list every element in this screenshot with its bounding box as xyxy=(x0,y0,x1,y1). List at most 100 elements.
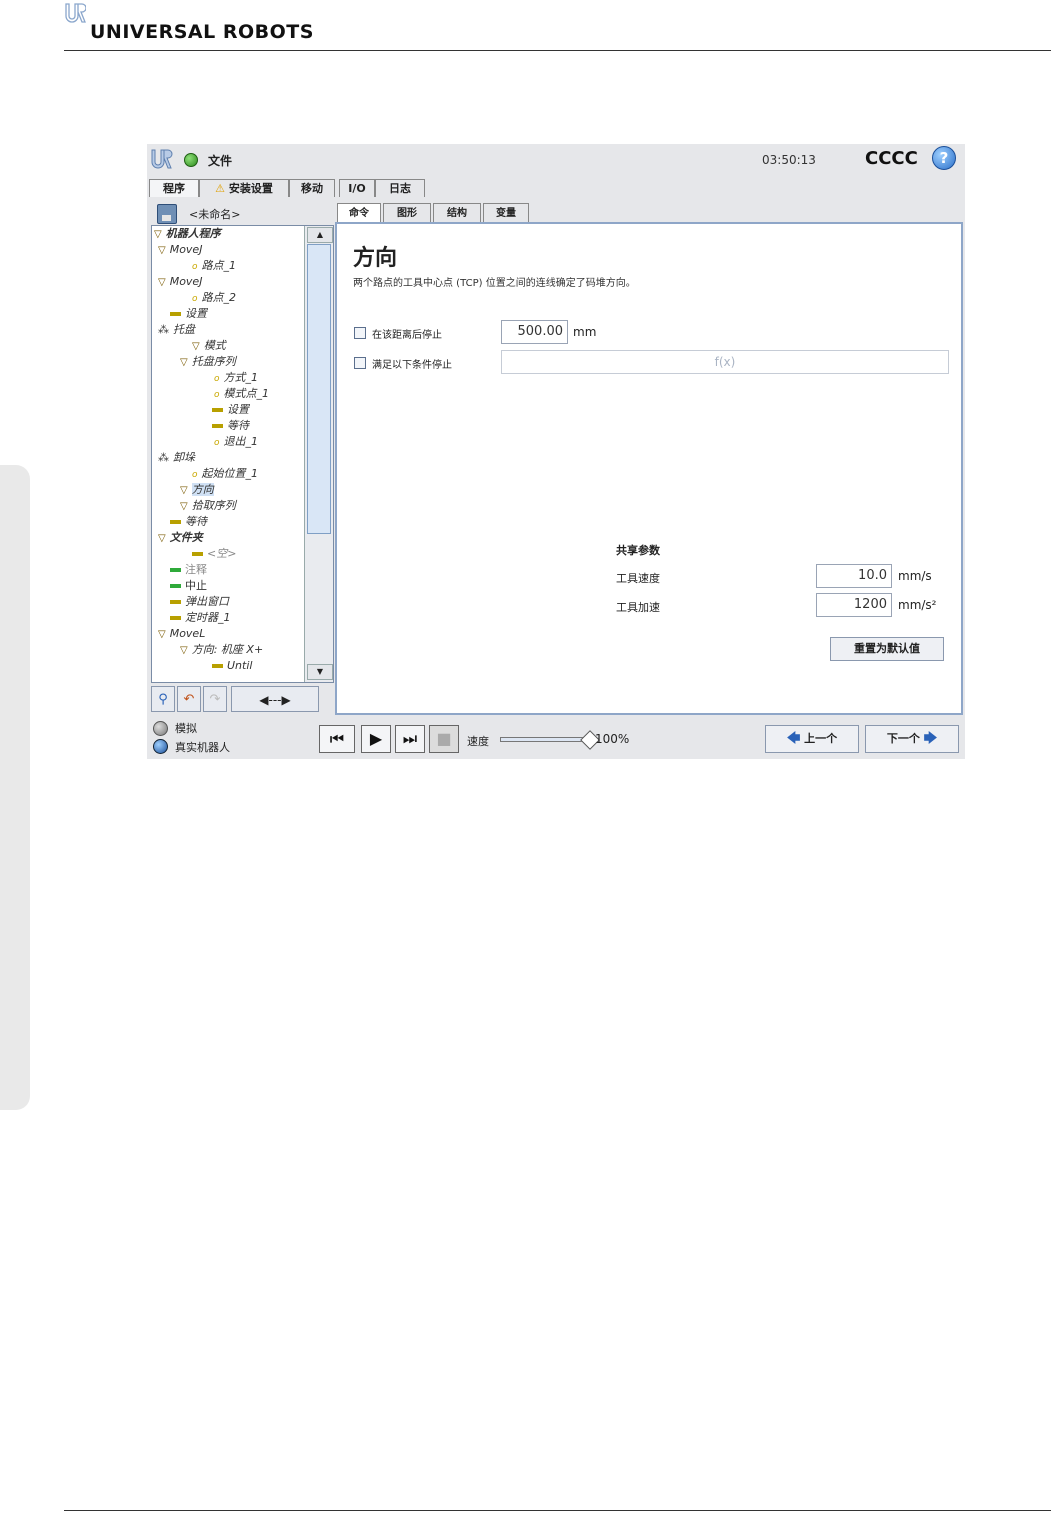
next-button-label: 下一个 xyxy=(886,732,920,745)
tab-installation-label: 安装设置 xyxy=(228,182,273,195)
tab-log[interactable]: 日志 xyxy=(375,179,425,197)
tab-move[interactable]: 移动 xyxy=(289,179,335,197)
reset-defaults-button[interactable]: 重置为默认值 xyxy=(830,637,944,661)
top-bar: 文件 03:50:13 CCCC ? xyxy=(147,144,965,176)
tree-item[interactable]: 注释 xyxy=(170,562,207,578)
waypoint-icon: o xyxy=(192,470,198,480)
tool-speed-unit: mm/s xyxy=(898,569,932,583)
distance-field[interactable]: 500.00 xyxy=(501,320,568,344)
real-robot-icon[interactable] xyxy=(153,739,168,754)
speed-slider-fill xyxy=(501,738,589,741)
warning-icon: ⚠ xyxy=(215,182,226,195)
tree-item[interactable]: o 退出_1 xyxy=(214,434,258,450)
waypoint-icon: o xyxy=(192,262,198,272)
tree-item[interactable]: ▽ MoveJ xyxy=(158,242,202,258)
status-indicator-icon xyxy=(184,153,198,167)
mode-real-label[interactable]: 真实机器人 xyxy=(175,739,230,755)
triangle-icon: ▽ xyxy=(180,485,188,496)
tree-item[interactable]: ▽ 托盘序列 xyxy=(180,354,236,370)
tree-scrollbar[interactable]: ▲ ▼ xyxy=(304,226,333,682)
set-icon xyxy=(212,408,223,412)
tree-toolbar: ⚲ ↶ ↷ ◀---▶ xyxy=(151,686,335,714)
tree-item[interactable]: ▽ 机器人程序 xyxy=(154,226,221,242)
triangle-icon: ▽ xyxy=(180,357,188,368)
tab-program[interactable]: 程序 xyxy=(149,179,199,197)
next-button[interactable]: 下一个 🡆 xyxy=(865,725,959,753)
polyscope-window: 文件 03:50:13 CCCC ? 程序 ⚠ 安装设置 移动 I/O 日志 <… xyxy=(147,144,965,759)
tab-variables[interactable]: 变量 xyxy=(483,203,529,222)
triangle-icon: ▽ xyxy=(158,629,166,640)
empty-icon xyxy=(192,552,203,556)
simulation-icon[interactable] xyxy=(153,721,168,736)
rewind-icon[interactable]: ⏮ xyxy=(319,725,355,753)
tree-item[interactable]: o 路点_2 xyxy=(192,290,236,306)
tool-speed-field[interactable]: 10.0 xyxy=(816,564,892,588)
save-icon[interactable] xyxy=(157,204,177,224)
scroll-thumb[interactable] xyxy=(307,244,331,534)
tree-item[interactable]: Until xyxy=(212,658,252,674)
tree-item[interactable]: ▽ 方向: 机座 X+ xyxy=(180,642,263,658)
tree-item[interactable]: 等待 xyxy=(212,418,249,434)
tree-item[interactable]: 弹出窗口 xyxy=(170,594,229,610)
ur-logo-icon[interactable] xyxy=(149,147,173,171)
speed-slider[interactable] xyxy=(500,737,590,742)
arrow-left-icon: 🡄 xyxy=(786,731,801,746)
waypoint-icon: o xyxy=(214,374,220,384)
program-tree[interactable]: ▽ 机器人程序 ▽ MoveJ o 路点_1 ▽ MoveJ o 路点_2 设置 ⁂ 托盘 … xyxy=(151,225,334,683)
until-icon xyxy=(212,664,223,668)
play-icon[interactable]: ▶ xyxy=(361,725,391,753)
tree-item[interactable]: o 方式_1 xyxy=(214,370,258,386)
tab-io[interactable]: I/O xyxy=(339,179,375,197)
mode-simulation-label[interactable]: 模拟 xyxy=(175,720,197,736)
waypoint-icon: o xyxy=(192,294,198,304)
wait-icon xyxy=(212,424,223,428)
search-icon[interactable]: ⚲ xyxy=(151,686,175,712)
tree-item[interactable]: o 模式点_1 xyxy=(214,386,269,402)
tree-item[interactable]: ▽ 文件夹 xyxy=(158,530,203,546)
tree-item[interactable]: ▽ 模式 xyxy=(192,338,226,354)
redo-icon[interactable]: ↷ xyxy=(203,686,227,712)
tree-item[interactable]: 设置 xyxy=(170,306,207,322)
tree-item[interactable]: 等待 xyxy=(170,514,207,530)
move-node-icon[interactable]: ◀---▶ xyxy=(231,686,319,712)
comment-icon xyxy=(170,568,181,572)
tab-structure[interactable]: 结构 xyxy=(433,203,481,222)
tab-command[interactable]: 命令 xyxy=(337,203,381,222)
tree-item[interactable]: 设置 xyxy=(212,402,249,418)
tab-installation[interactable]: ⚠ 安装设置 xyxy=(199,179,289,197)
page-title: 方向 xyxy=(353,246,398,271)
tree-item[interactable]: <空> xyxy=(192,546,236,562)
scroll-up-icon[interactable]: ▲ xyxy=(307,227,333,243)
tree-item[interactable]: ⁂ 托盘 xyxy=(158,322,195,338)
triangle-icon: ▽ xyxy=(158,245,166,256)
stop-after-distance-label: 在该距离后停止 xyxy=(372,330,442,341)
pallet-icon: ⁂ xyxy=(158,323,169,336)
condition-expression-field[interactable]: f(x) xyxy=(501,350,949,374)
tab-graphics[interactable]: 图形 xyxy=(383,203,431,222)
tree-item[interactable]: 定时器_1 xyxy=(170,610,231,626)
file-menu[interactable]: 文件 xyxy=(208,152,232,169)
brand-name: UNIVERSAL ROBOTS xyxy=(90,21,314,43)
timer-icon xyxy=(170,616,181,620)
previous-button[interactable]: 🡄 上一个 xyxy=(765,725,859,753)
stop-icon[interactable]: ■ xyxy=(429,725,459,753)
tree-item[interactable]: ▽ MoveL xyxy=(158,626,205,642)
tree-item[interactable]: ▽ 拾取序列 xyxy=(180,498,236,514)
tree-item[interactable]: o 路点_1 xyxy=(192,258,236,274)
triangle-icon: ▽ xyxy=(154,229,162,240)
description: 两个路点的工具中心点 (TCP) 位置之间的连线确定了码堆方向。 xyxy=(353,278,636,289)
undo-icon[interactable]: ↶ xyxy=(177,686,201,712)
tree-item[interactable]: ⁂ 卸垛 xyxy=(158,450,195,466)
popup-icon xyxy=(170,600,181,604)
tree-item[interactable]: o 起始位置_1 xyxy=(192,466,258,482)
tree-item[interactable]: 中止 xyxy=(170,578,207,594)
stop-condition-checkbox[interactable] xyxy=(354,357,366,369)
scroll-down-icon[interactable]: ▼ xyxy=(307,664,333,680)
tool-accel-field[interactable]: 1200 xyxy=(816,593,892,617)
help-icon[interactable]: ? xyxy=(932,146,956,170)
tree-item-selected[interactable]: ▽ 方向 xyxy=(180,482,214,498)
tree-item[interactable]: ▽ MoveJ xyxy=(158,274,202,290)
clock: 03:50:13 xyxy=(762,153,816,167)
stop-after-distance-checkbox[interactable] xyxy=(354,327,366,339)
step-icon[interactable]: ⏭ xyxy=(395,725,425,753)
